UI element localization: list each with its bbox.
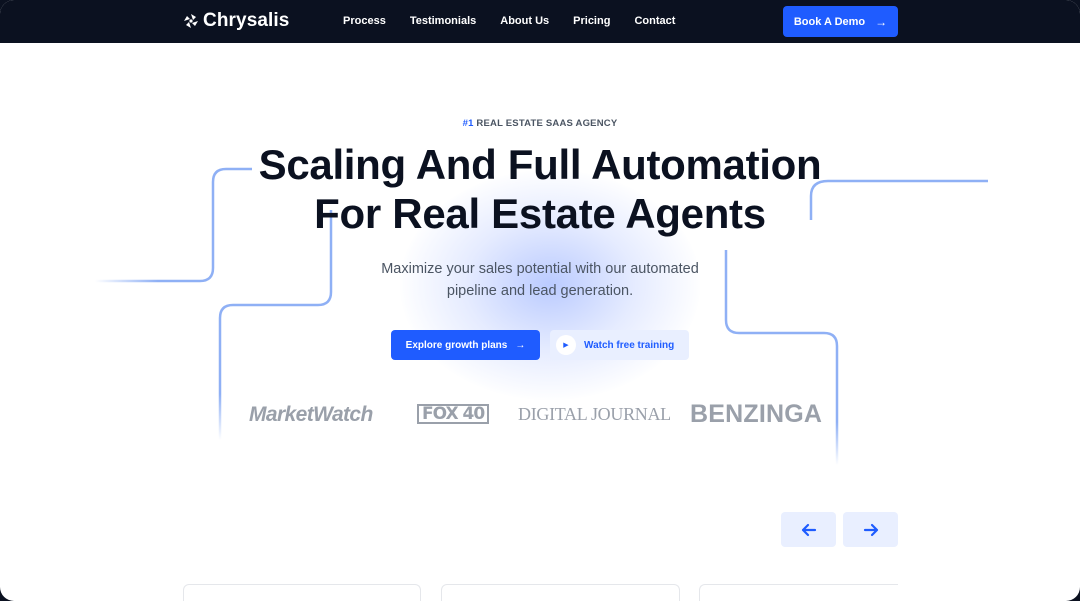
eyebrow-text: REAL ESTATE SAAS AGENCY [476, 118, 618, 129]
headline-line-2: For Real Estate Agents [314, 190, 766, 237]
explore-button-label: Explore growth plans [405, 339, 508, 351]
headline-line-1: Scaling And Full Automation [258, 141, 822, 188]
hero-subheading: Maximize your sales potential with our a… [0, 258, 1080, 302]
carousel-prev-button[interactable] [781, 512, 836, 547]
butterfly-logo-icon [184, 14, 198, 28]
explore-growth-plans-button[interactable]: Explore growth plans → [391, 330, 540, 360]
nav-links: Process Testimonials About Us Pricing Co… [343, 15, 699, 27]
marketwatch-logo: MarketWatch [249, 403, 373, 426]
testimonial-card[interactable] [183, 584, 421, 601]
arrow-left-icon [801, 523, 816, 536]
eyebrow-rank: #1 [462, 118, 474, 129]
watch-training-button[interactable]: ▶ Watch free training [550, 330, 689, 360]
top-nav: Chrysalis Process Testimonials About Us … [0, 0, 1080, 43]
subheading-line-1: Maximize your sales potential with our a… [381, 261, 699, 277]
nav-link-pricing[interactable]: Pricing [573, 15, 610, 27]
arrow-right-icon [863, 523, 878, 536]
arrow-right-icon: → [875, 14, 888, 29]
testimonial-card[interactable] [699, 584, 898, 601]
nav-link-contact[interactable]: Contact [634, 15, 675, 27]
press-logos: MarketWatch FOX 40 DIGITAL JOURNAL BENZI… [0, 398, 1080, 432]
nav-link-process[interactable]: Process [343, 15, 386, 27]
watch-button-label: Watch free training [584, 339, 675, 351]
book-demo-button[interactable]: Book A Demo → [783, 6, 898, 37]
book-demo-label: Book A Demo [793, 15, 866, 28]
fox40-logo: FOX 40 [417, 404, 490, 424]
brand-logo[interactable]: Chrysalis [183, 10, 289, 32]
digital-journal-logo: DIGITAL JOURNAL [518, 404, 671, 424]
brand-name: Chrysalis [203, 10, 290, 31]
nav-link-about-us[interactable]: About Us [500, 15, 549, 27]
play-icon: ▶ [556, 335, 576, 355]
hero-headline: Scaling And Full Automation For Real Est… [0, 140, 1080, 238]
arrow-right-icon: → [515, 339, 526, 351]
page: Chrysalis Process Testimonials About Us … [0, 0, 1080, 601]
hero-eyebrow: #1 REAL ESTATE SAAS AGENCY [0, 118, 1080, 129]
subheading-line-2: pipeline and lead generation. [446, 283, 634, 299]
testimonial-card[interactable] [441, 584, 680, 601]
nav-link-testimonials[interactable]: Testimonials [410, 15, 476, 27]
carousel-next-button[interactable] [843, 512, 898, 547]
benzinga-logo: BENZINGA [690, 400, 823, 428]
